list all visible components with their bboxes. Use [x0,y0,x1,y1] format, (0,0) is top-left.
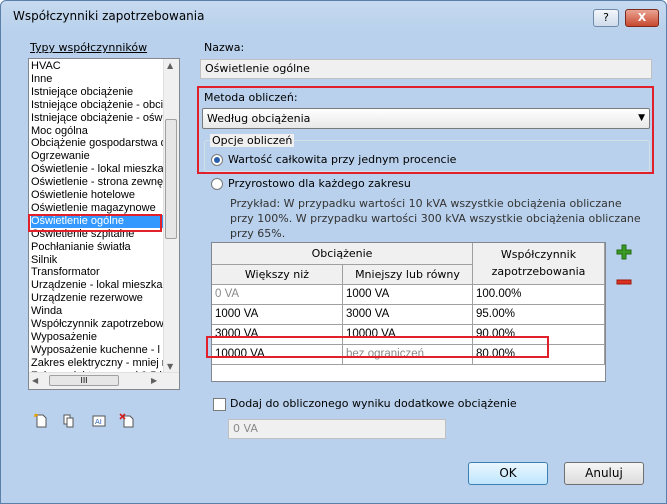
scroll-left-arrow-icon[interactable]: ◀ [32,376,38,385]
delete-type-icon[interactable] [118,413,136,431]
name-field[interactable]: Oświetlenie ogólne [200,59,652,79]
header-demand-factor: Współczynnik zapotrzebowania [473,243,605,285]
list-item[interactable]: Oświetlenie - lokal mieszkal [31,163,165,176]
list-item[interactable]: Silnik [31,254,165,267]
name-label: Nazwa: [204,41,245,54]
list-item[interactable]: Ogrzewanie [31,150,165,163]
list-item[interactable]: Istniejące obciążenie [31,86,165,99]
window-title: Współczynniki zapotrzebowania [13,9,205,23]
list-item[interactable]: Obciążenie gospodarstwa d [31,137,165,150]
list-item[interactable]: HVAC [31,60,165,73]
plus-icon[interactable] [615,244,633,262]
title-bar: Współczynniki zapotrzebowania ? X [1,1,666,31]
new-type-icon[interactable] [32,413,50,431]
list-item[interactable]: Urządzenie rezerwowe [31,292,165,305]
list-item[interactable]: Urządzenie - lokal mieszkal [31,279,165,292]
table-cell-greater[interactable]: 1000 VA [212,305,343,325]
minus-icon[interactable] [615,274,633,292]
list-item[interactable]: Transformator [31,266,165,279]
method-dropdown[interactable]: Według obciążenia ▼ [202,108,650,129]
last-row-highlight [206,336,549,358]
list-item[interactable]: Pochłanianie światła [31,241,165,254]
table-cell-greater[interactable]: 0 VA [212,285,343,305]
selected-type-highlight [28,214,162,232]
scroll-down-arrow-icon[interactable]: ▼ [167,362,173,371]
method-label: Metoda obliczeń: [204,91,298,104]
radio-total-percent[interactable] [211,154,223,166]
types-label-text: Typy współczynników [30,41,148,54]
calc-options-label: Opcje obliczeń [210,134,295,147]
list-item[interactable]: Wyposażenie [31,331,165,344]
list-item[interactable]: Wyposażenie kuchenne - l [31,344,165,357]
types-label: Typy współczynników [30,41,147,54]
rename-type-icon[interactable]: AI [90,413,108,431]
table-cell-factor[interactable]: 100.00% [473,285,605,305]
horizontal-scroll-thumb[interactable]: III [49,375,119,386]
demand-factor-table: Obciążenie Większy niż Mniejszy lub równ… [211,242,606,382]
radio-total-label: Wartość całkowita przy jednym procencie [228,153,457,166]
table-cell-factor[interactable]: 95.00% [473,305,605,325]
list-item[interactable]: Moc ogólna [31,125,165,138]
table-cell-less-equal[interactable]: 1000 VA [343,285,473,305]
extra-load-field[interactable]: 0 VA [228,419,446,439]
example-text: Przykład: W przypadku wartości 10 kVA ws… [230,197,641,240]
list-item[interactable]: Inne [31,73,165,86]
scroll-right-arrow-icon[interactable]: ▶ [151,376,157,385]
vertical-scroll-thumb[interactable] [165,119,177,239]
radio-incremental-label: Przyrostowo dla każdego zakresu [228,177,411,190]
add-extra-load-label: Dodaj do obliczonego wyniku dodatkowe ob… [230,397,517,410]
list-item[interactable]: Oświetlenie - strona zewnęt [31,176,165,189]
method-dropdown-value: Według obciążenia [207,112,311,125]
add-extra-load-checkbox[interactable] [213,398,226,411]
svg-text:AI: AI [95,418,102,426]
list-item[interactable]: Istniejące obciążenie - ośw [31,112,165,125]
duplicate-type-icon[interactable] [60,413,78,431]
chevron-down-icon: ▼ [638,113,645,123]
list-item[interactable]: Zakres elektryczny - mniej n [31,357,165,370]
radio-incremental[interactable] [211,178,223,190]
header-load: Obciążenie [212,243,473,265]
ok-button[interactable]: OK [468,462,548,485]
list-vertical-scrollbar[interactable]: ▲ ▼ [163,59,179,373]
list-item[interactable]: Współczynnik zapotrzebowa [31,318,165,331]
table-cell-less-equal[interactable]: 3000 VA [343,305,473,325]
list-item[interactable]: Istniejące obciążenie - obci [31,99,165,112]
cancel-button[interactable]: Anuluj [564,462,644,485]
list-horizontal-scrollbar[interactable]: ◀ III ▶ [29,372,179,389]
scroll-up-arrow-icon[interactable]: ▲ [167,61,173,70]
list-item[interactable]: Winda [31,305,165,318]
help-button[interactable]: ? [593,9,619,27]
close-button[interactable]: X [625,9,659,27]
list-item[interactable]: Oświetlenie hotelowe [31,189,165,202]
list-item[interactable]: Oświetlenie magazynowe [31,202,165,215]
header-less-equal: Mniejszy lub równy [343,265,473,285]
header-greater-than: Większy niż [212,265,343,285]
